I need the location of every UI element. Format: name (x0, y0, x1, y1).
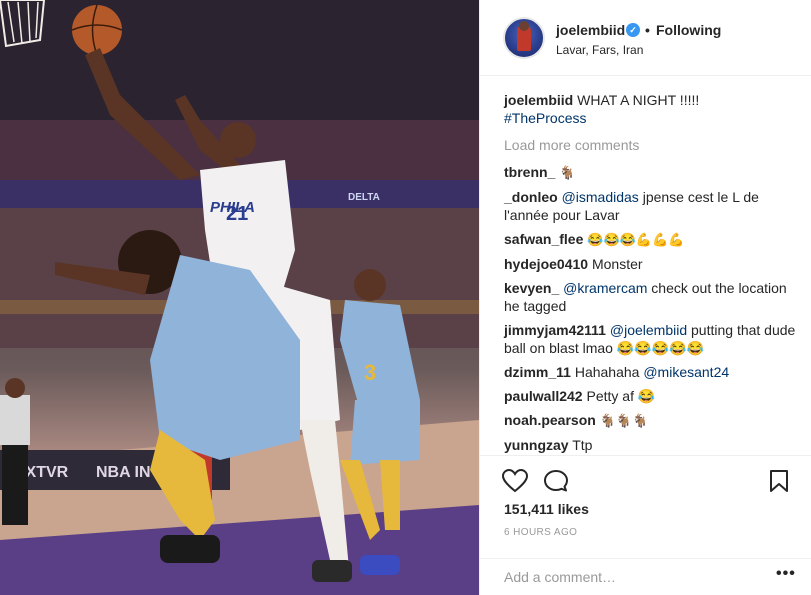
comment-text: 🐐🐐🐐 (599, 413, 649, 428)
add-comment-bar: ••• (480, 558, 811, 595)
comment-username[interactable]: noah.pearson (504, 412, 596, 428)
comments-list: joelembiid WHAT A NIGHT !!!!! #TheProces… (504, 91, 796, 460)
load-more-comments[interactable]: Load more comments (504, 137, 796, 153)
referee (0, 378, 30, 525)
author-username[interactable]: joelembiid (556, 22, 625, 38)
comment-item: tbrenn_ 🐐 (504, 163, 796, 182)
comment-username[interactable]: hydejoe0410 (504, 256, 588, 272)
separator-dot: • (645, 22, 650, 38)
comment-mention[interactable]: @mikesant24 (643, 364, 729, 380)
caption-username[interactable]: joelembiid (504, 92, 573, 108)
comment-text: Petty af 😂 (586, 388, 656, 404)
comment-text: 😂😂😂💪💪💪 (587, 232, 685, 247)
following-button[interactable]: Following (656, 22, 721, 38)
comment-item: dzimm_11 Hahahaha @mikesant24 (504, 363, 796, 381)
comment-item: safwan_flee 😂😂😂💪💪💪 (504, 230, 796, 249)
avatar[interactable] (503, 17, 545, 59)
comment-item: noah.pearson 🐐🐐🐐 (504, 411, 796, 430)
comment-item: jimmyjam42111 @joelembiid putting that d… (504, 321, 796, 357)
comment-item: kevyen_ @kramercam check out the locatio… (504, 279, 796, 315)
comment-username[interactable]: safwan_flee (504, 231, 583, 247)
post-timestamp[interactable]: 6 HOURS AGO (504, 527, 577, 538)
comment-text: Ttp (572, 437, 593, 453)
basketball (72, 5, 122, 55)
comment-username[interactable]: tbrenn_ (504, 164, 555, 180)
post-side-panel: joelembiid ✓ • Following Lavar, Fars, Ir… (479, 0, 811, 595)
location-link[interactable]: Lavar, Fars, Iran (556, 43, 643, 57)
comment-username[interactable]: jimmyjam42111 (504, 322, 606, 338)
opponent-number: 3 (364, 360, 376, 385)
comment-username[interactable]: paulwall242 (504, 388, 583, 404)
bookmark-icon[interactable] (769, 469, 789, 498)
upper-stands (0, 0, 479, 120)
post-photo[interactable]: NXTVR NBA IN DELTA PHILA 21 3 (0, 0, 479, 595)
caption: joelembiid WHAT A NIGHT !!!!! #TheProces… (504, 91, 796, 127)
court-ad-2: NBA IN (96, 464, 151, 481)
comment-mention[interactable]: @ismadidas (562, 189, 639, 205)
comment-mention[interactable]: @kramercam (563, 280, 647, 296)
comment-username[interactable]: kevyen_ (504, 280, 559, 296)
heart-icon[interactable] (501, 468, 529, 498)
caption-hashtag[interactable]: #TheProcess (504, 110, 586, 126)
jersey-number: 21 (226, 203, 248, 225)
comment-mention[interactable]: @joelembiid (610, 322, 687, 338)
comment-input[interactable] (504, 568, 764, 586)
comment-username[interactable]: yunngzay (504, 437, 569, 453)
comment-item: _donleo @ismadidas jpense cest le L de l… (504, 188, 796, 224)
comment-bubble-icon[interactable] (543, 469, 569, 498)
delta-banner: DELTA (348, 192, 380, 203)
comment-text: 🐐 (559, 165, 576, 180)
comment-item: hydejoe0410 Monster (504, 255, 796, 273)
comment-item: yunngzay Ttp (504, 436, 796, 454)
like-count[interactable]: 151,411 likes (504, 501, 589, 517)
comment-item: paulwall242 Petty af 😂 (504, 387, 796, 405)
comment-text: Monster (591, 256, 643, 272)
comment-username[interactable]: _donleo (504, 189, 558, 205)
more-options-icon[interactable]: ••• (776, 565, 796, 583)
post-header: joelembiid ✓ • Following Lavar, Fars, Ir… (480, 0, 811, 76)
basketball-scene: NXTVR NBA IN DELTA PHILA 21 3 (0, 0, 479, 595)
caption-text: WHAT A NIGHT !!!!! (577, 92, 700, 108)
comment-username[interactable]: dzimm_11 (504, 364, 571, 380)
post-actions: 151,411 likes 6 HOURS AGO ••• (480, 455, 811, 595)
comment-text: Hahahaha (574, 364, 640, 380)
verified-check-icon: ✓ (626, 23, 640, 37)
